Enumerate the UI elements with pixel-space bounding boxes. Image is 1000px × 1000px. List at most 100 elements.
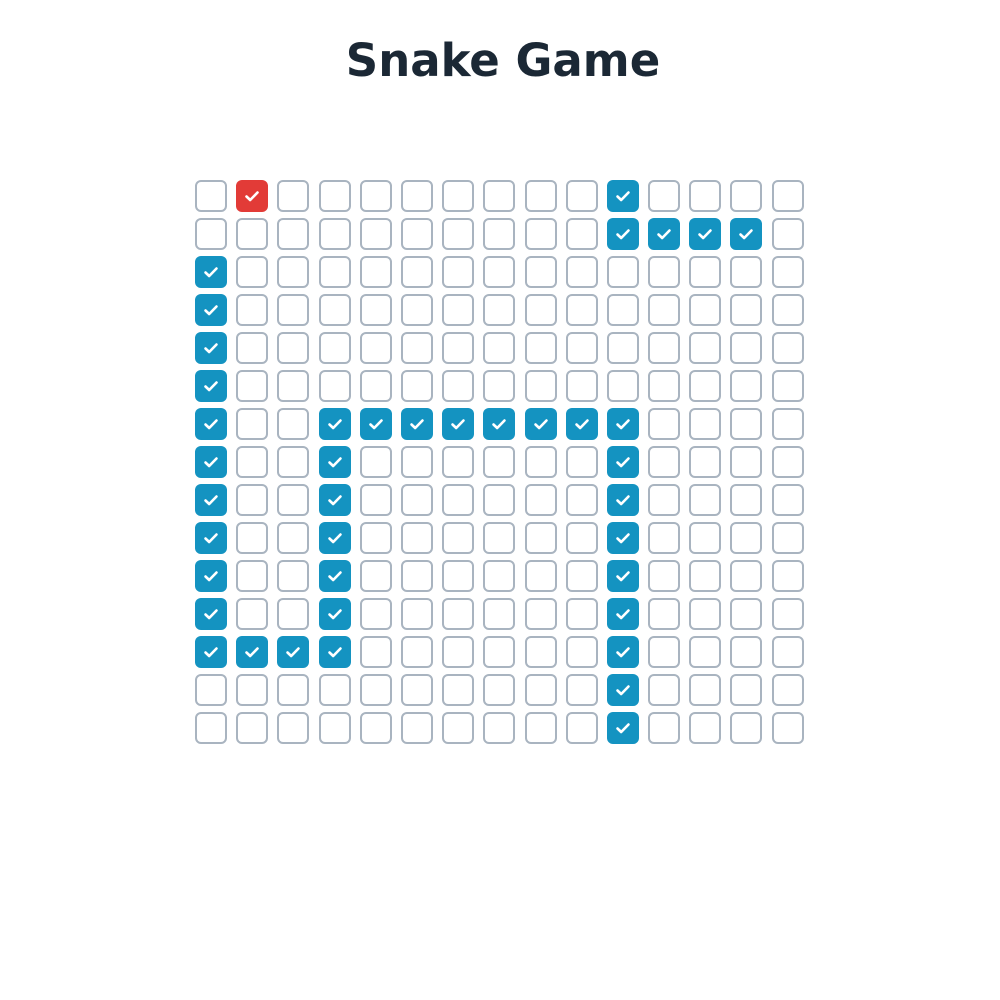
snake-segment[interactable] — [318, 560, 351, 592]
grid-cell-empty[interactable] — [648, 180, 681, 212]
grid-cell-empty[interactable] — [689, 560, 722, 592]
snake-segment[interactable] — [195, 522, 227, 554]
grid-cell-empty[interactable] — [565, 560, 598, 592]
grid-cell-empty[interactable] — [606, 332, 639, 364]
snake-segment[interactable] — [606, 218, 639, 250]
grid-cell-empty[interactable] — [400, 522, 433, 554]
snake-segment[interactable] — [606, 408, 639, 440]
grid-cell-empty[interactable] — [236, 256, 269, 288]
snake-segment[interactable] — [648, 218, 681, 250]
grid-cell-empty[interactable] — [483, 522, 516, 554]
grid-cell-empty[interactable] — [565, 446, 598, 478]
grid-cell-empty[interactable] — [730, 712, 763, 744]
grid-cell-empty[interactable] — [359, 712, 392, 744]
grid-cell-empty[interactable] — [400, 218, 433, 250]
grid-cell-empty[interactable] — [277, 256, 310, 288]
snake-segment[interactable] — [442, 408, 475, 440]
snake-segment[interactable] — [318, 598, 351, 630]
grid-cell-empty[interactable] — [400, 332, 433, 364]
grid-cell-empty[interactable] — [236, 674, 269, 706]
snake-segment[interactable] — [318, 446, 351, 478]
snake-segment[interactable] — [606, 636, 639, 668]
grid-cell-empty[interactable] — [771, 332, 804, 364]
grid-cell-empty[interactable] — [359, 256, 392, 288]
snake-segment[interactable] — [606, 674, 639, 706]
grid-cell-empty[interactable] — [318, 674, 351, 706]
snake-segment[interactable] — [606, 180, 639, 212]
snake-segment[interactable] — [730, 218, 763, 250]
grid-cell-empty[interactable] — [359, 522, 392, 554]
grid-cell-empty[interactable] — [483, 636, 516, 668]
grid-cell-empty[interactable] — [689, 636, 722, 668]
grid-cell-empty[interactable] — [689, 712, 722, 744]
grid-cell-empty[interactable] — [400, 294, 433, 326]
snake-segment[interactable] — [359, 408, 392, 440]
grid-cell-empty[interactable] — [277, 180, 310, 212]
grid-cell-empty[interactable] — [236, 332, 269, 364]
grid-cell-empty[interactable] — [442, 332, 475, 364]
grid-cell-empty[interactable] — [318, 294, 351, 326]
grid-cell-empty[interactable] — [771, 674, 804, 706]
grid-cell-empty[interactable] — [648, 598, 681, 630]
grid-cell-empty[interactable] — [771, 446, 804, 478]
grid-cell-empty[interactable] — [565, 180, 598, 212]
grid-cell-empty[interactable] — [442, 712, 475, 744]
grid-cell-empty[interactable] — [730, 408, 763, 440]
grid-cell-empty[interactable] — [277, 294, 310, 326]
grid-cell-empty[interactable] — [442, 370, 475, 402]
grid-cell-empty[interactable] — [318, 370, 351, 402]
snake-segment[interactable] — [318, 484, 351, 516]
grid-cell-empty[interactable] — [400, 256, 433, 288]
grid-cell-empty[interactable] — [483, 598, 516, 630]
snake-segment[interactable] — [318, 636, 351, 668]
grid-cell-empty[interactable] — [648, 256, 681, 288]
grid-cell-empty[interactable] — [442, 446, 475, 478]
grid-cell-empty[interactable] — [565, 636, 598, 668]
snake-segment[interactable] — [524, 408, 557, 440]
grid-cell-empty[interactable] — [689, 484, 722, 516]
snake-segment[interactable] — [195, 598, 227, 630]
grid-cell-empty[interactable] — [771, 598, 804, 630]
grid-cell-empty[interactable] — [400, 180, 433, 212]
grid-cell-empty[interactable] — [771, 522, 804, 554]
grid-cell-empty[interactable] — [277, 674, 310, 706]
grid-cell-empty[interactable] — [483, 218, 516, 250]
snake-segment[interactable] — [195, 332, 227, 364]
grid-cell-empty[interactable] — [648, 484, 681, 516]
grid-cell-empty[interactable] — [277, 446, 310, 478]
grid-cell-empty[interactable] — [565, 370, 598, 402]
grid-cell-empty[interactable] — [400, 446, 433, 478]
grid-cell-empty[interactable] — [565, 674, 598, 706]
grid-cell-empty[interactable] — [565, 484, 598, 516]
grid-cell-empty[interactable] — [771, 370, 804, 402]
grid-cell-empty[interactable] — [442, 218, 475, 250]
grid-cell-empty[interactable] — [689, 294, 722, 326]
grid-cell-empty[interactable] — [524, 560, 557, 592]
grid-cell-empty[interactable] — [277, 408, 310, 440]
grid-cell-empty[interactable] — [195, 180, 227, 212]
grid-cell-empty[interactable] — [648, 522, 681, 554]
grid-cell-empty[interactable] — [648, 674, 681, 706]
grid-cell-empty[interactable] — [442, 674, 475, 706]
grid-cell-empty[interactable] — [648, 446, 681, 478]
grid-cell-empty[interactable] — [359, 180, 392, 212]
grid-cell-empty[interactable] — [483, 180, 516, 212]
grid-cell-empty[interactable] — [771, 560, 804, 592]
grid-cell-empty[interactable] — [606, 256, 639, 288]
grid-cell-empty[interactable] — [277, 218, 310, 250]
grid-cell-empty[interactable] — [483, 712, 516, 744]
grid-cell-empty[interactable] — [771, 484, 804, 516]
snake-segment[interactable] — [689, 218, 722, 250]
grid-cell-empty[interactable] — [359, 446, 392, 478]
grid-cell-empty[interactable] — [730, 180, 763, 212]
grid-cell-empty[interactable] — [236, 446, 269, 478]
grid-cell-empty[interactable] — [565, 598, 598, 630]
snake-segment[interactable] — [195, 370, 227, 402]
grid-cell-empty[interactable] — [195, 218, 227, 250]
grid-cell-empty[interactable] — [730, 636, 763, 668]
grid-cell-empty[interactable] — [236, 484, 269, 516]
grid-cell-empty[interactable] — [236, 522, 269, 554]
grid-cell-empty[interactable] — [730, 674, 763, 706]
grid-cell-empty[interactable] — [359, 560, 392, 592]
grid-cell-empty[interactable] — [689, 674, 722, 706]
